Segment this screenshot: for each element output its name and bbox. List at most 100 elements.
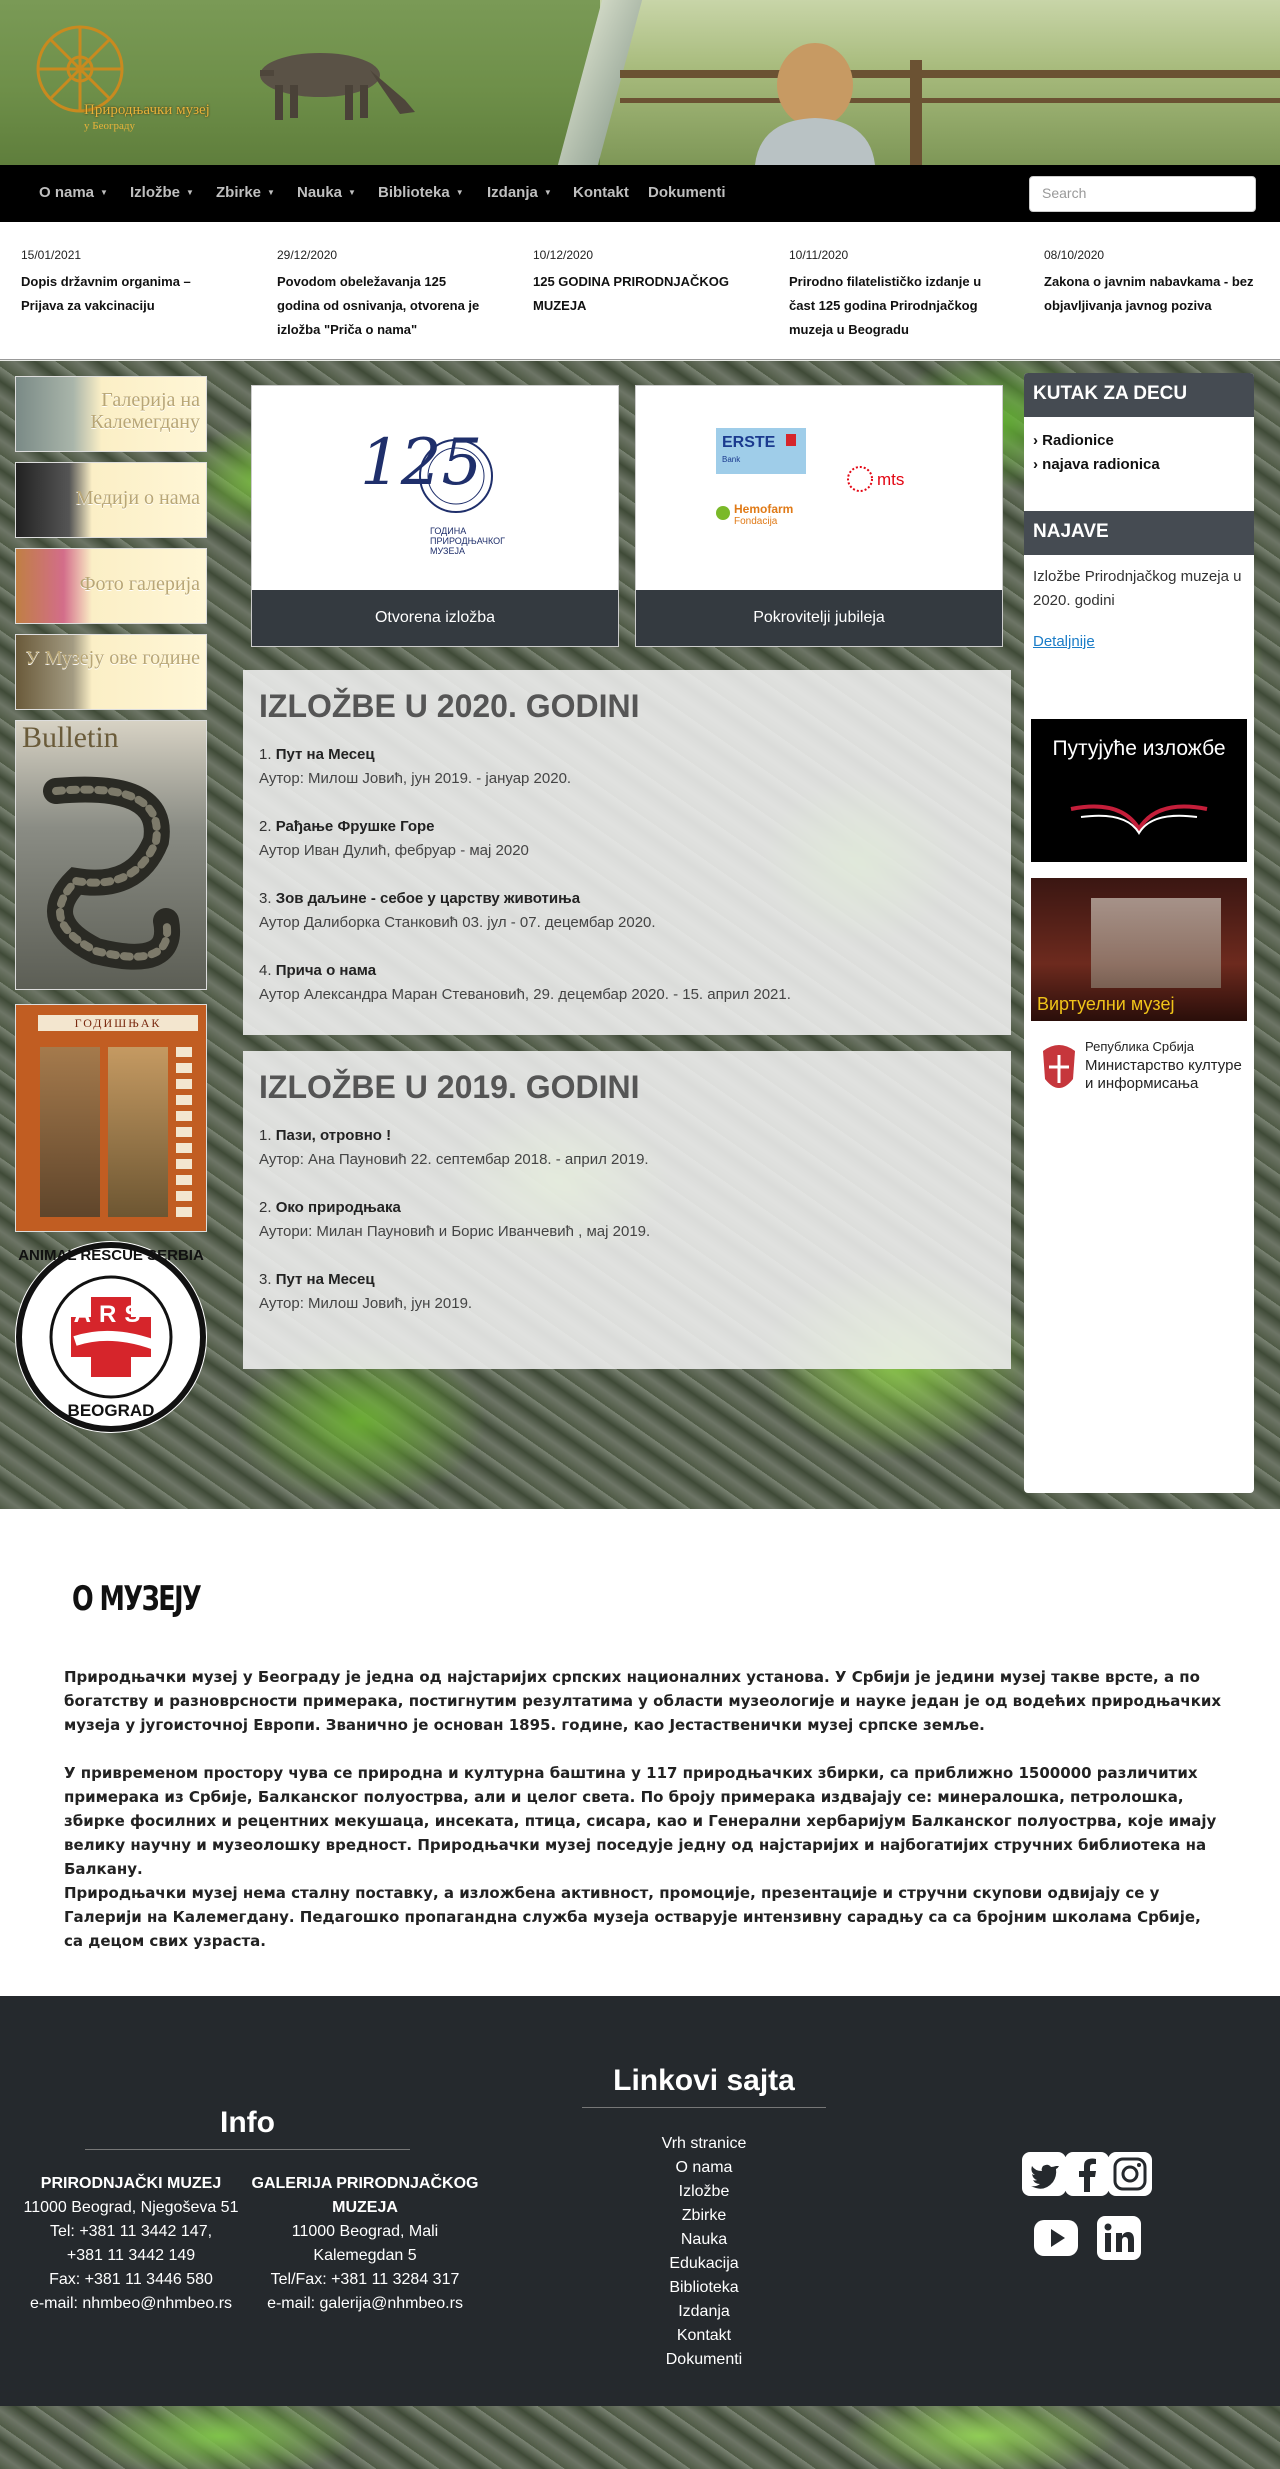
nav-dokumenti[interactable]: Dokumenti bbox=[648, 184, 726, 201]
chevron-right-icon: › bbox=[1033, 456, 1038, 473]
footer-info-rule bbox=[85, 2149, 410, 2150]
search-input[interactable]: Search bbox=[1029, 176, 1256, 212]
najave-header: NAJAVE bbox=[1024, 511, 1254, 555]
banner-galerija[interactable]: Галерија на Калемегдану bbox=[15, 376, 207, 452]
serbia-coat-of-arms-icon bbox=[1043, 1045, 1075, 1088]
news-item[interactable]: 10/12/2020 125 GODINA PRIRODNJAČKOG MUZE… bbox=[533, 248, 743, 318]
putujuce-izlozbe-banner[interactable]: Путујуће изложбе bbox=[1031, 719, 1247, 862]
footer-link-nauka[interactable]: Nauka bbox=[582, 2228, 826, 2252]
card-pokrovitelji[interactable]: ERSTE Bank mts Hemofarm Fondacija Pokrov… bbox=[635, 385, 1003, 647]
museum-showcase-image bbox=[1091, 898, 1221, 988]
bat-photo bbox=[40, 1047, 100, 1217]
news-date: 29/12/2020 bbox=[277, 248, 338, 262]
footer-link-dokumenti[interactable]: Dokumenti bbox=[582, 2348, 826, 2372]
exhibitions-2020-title: IZLOŽBE U 2020. GODINI bbox=[259, 688, 640, 724]
footer-link-biblioteka[interactable]: Biblioteka bbox=[582, 2276, 826, 2300]
caret-down-icon: ▼ bbox=[100, 188, 108, 197]
banner-mediji-label: Медији о нама bbox=[75, 487, 200, 509]
exhibition-item: 2. Око природњака Аутори: Милан Пауновић … bbox=[259, 1199, 651, 1240]
banner-bulletin[interactable]: Bulletin bbox=[15, 720, 207, 990]
ars-bottom-text: BEOGRAD bbox=[67, 1401, 155, 1420]
exhibition-item: 1. Пази, отровно ! Аутор: Ана Пауновић 22… bbox=[259, 1127, 649, 1168]
nav-zbirke[interactable]: Zbirke ▼ bbox=[216, 184, 275, 201]
najave-text: Izložbe Prirodnjačkog muzeja u 2020. god… bbox=[1033, 568, 1242, 609]
ars-mid-text: ARS bbox=[73, 1301, 149, 1328]
news-strip: 15/01/2021 Dopis državnim organima – Pri… bbox=[0, 222, 1280, 360]
youtube-icon[interactable] bbox=[1034, 2216, 1078, 2260]
footer-info-title: Info bbox=[220, 2106, 275, 2139]
virtuelni-muzej-banner[interactable]: Виртуелни музеј bbox=[1031, 878, 1247, 1021]
news-title[interactable]: Dopis državnim organima – Prijava za vak… bbox=[21, 270, 231, 318]
ars-top-text: ANIMAL RESCUE SERBIA bbox=[18, 1247, 204, 1264]
mts-logo: mts bbox=[877, 470, 905, 489]
footer-links-title: Linkovi sajta bbox=[613, 2064, 795, 2097]
content-area: Галерија на Калемегдану Медији о нама Фо… bbox=[0, 361, 1280, 1509]
news-date: 10/11/2020 bbox=[789, 248, 849, 262]
header-photo-right bbox=[600, 0, 1280, 165]
news-item[interactable]: 08/10/2020 Zakona o javnim nabavkama - b… bbox=[1044, 248, 1254, 318]
ministry-line3: и информисања bbox=[1085, 1075, 1199, 1092]
news-title[interactable]: Prirodno filatelističko izdanje u čast 1… bbox=[789, 270, 999, 342]
linkedin-icon[interactable] bbox=[1097, 2216, 1141, 2260]
caret-down-icon: ▼ bbox=[267, 188, 275, 197]
exhibition-item: 4. Прича о нама Аутор Александра Маран Ст… bbox=[259, 962, 791, 1003]
hemofarm-icon bbox=[716, 506, 730, 520]
footer-link-o-nama[interactable]: O nama bbox=[582, 2156, 826, 2180]
footer-link-zbirke[interactable]: Zbirke bbox=[582, 2204, 826, 2228]
card-otvorena-izlozba-footer[interactable]: Otvorena izložba bbox=[252, 590, 618, 646]
ministry-logo[interactable]: Република Србија Министарство културе и … bbox=[1031, 1035, 1247, 1107]
news-item[interactable]: 10/11/2020 Prirodno filatelističko izdan… bbox=[789, 248, 999, 342]
fence-rail bbox=[620, 98, 1280, 103]
ars-logo[interactable]: ANIMAL RESCUE SERBIA ARS BEOGRAD bbox=[15, 1241, 207, 1433]
news-date: 15/01/2021 bbox=[21, 248, 82, 262]
exhibitions-2020-panel: IZLOŽBE U 2020. GODINI 1. Пут на Месец Ау… bbox=[243, 670, 1011, 1035]
boy-image bbox=[755, 43, 875, 165]
chevron-right-icon: › bbox=[1033, 432, 1038, 449]
banner-foto-galerija[interactable]: Фото галерија bbox=[15, 548, 207, 624]
news-item[interactable]: 29/12/2020 Povodom obeležavanja 125 godi… bbox=[277, 248, 487, 342]
footer-address-museum: PRIRODNJAČKI MUZEJ 11000 Beograd, Njegoš… bbox=[23, 2175, 239, 2312]
card-pokrovitelji-footer[interactable]: Pokrovitelji jubileja bbox=[636, 590, 1002, 646]
nav-izlozbe[interactable]: Izložbe ▼ bbox=[130, 184, 194, 201]
news-title[interactable]: 125 GODINA PRIRODNJAČKOG MUZEJA bbox=[533, 270, 743, 318]
link-radionice[interactable]: › Radionice bbox=[1024, 429, 1254, 453]
nav-kontakt[interactable]: Kontakt bbox=[573, 184, 629, 201]
twitter-icon[interactable] bbox=[1022, 2152, 1066, 2196]
erste-sub: Bank bbox=[722, 455, 741, 464]
exhibition-item: 2. Рађање Фрушке Горе Аутор Иван Дулић, ф… bbox=[259, 818, 529, 859]
about-section: О МУЗЕЈУ Природњачки музеј у Београду је… bbox=[0, 1509, 1280, 1996]
footer-link-kontakt[interactable]: Kontakt bbox=[582, 2324, 826, 2348]
news-item[interactable]: 15/01/2021 Dopis državnim organima – Pri… bbox=[21, 248, 231, 318]
wings-icon bbox=[1070, 804, 1208, 835]
about-paragraph-1: Природњачки музеј у Београду је једна од… bbox=[64, 1668, 1222, 1734]
footer-link-vrh[interactable]: Vrh stranice bbox=[582, 2132, 826, 2156]
news-title[interactable]: Zakona o javnim nabavkama - bez objavlji… bbox=[1044, 270, 1254, 318]
nav-nauka[interactable]: Nauka ▼ bbox=[297, 184, 356, 201]
nav-o-nama[interactable]: O nama ▼ bbox=[39, 184, 108, 201]
banner-godisnjak[interactable]: ГОДИШЊАК bbox=[15, 1004, 207, 1232]
logo-125-number: 125 bbox=[360, 426, 483, 500]
najave-detaljnije-link[interactable]: Detaljnije bbox=[1024, 633, 1254, 650]
about-title: О МУЗЕЈУ bbox=[72, 1579, 202, 1619]
footer-link-izdanja[interactable]: Izdanja bbox=[582, 2300, 826, 2324]
card-otvorena-izlozba[interactable]: 125 ГОДИНА ПРИРОДЊАЧКОГ МУЗЕЈА Otvorena … bbox=[251, 385, 619, 647]
nav-izdanja[interactable]: Izdanja ▼ bbox=[487, 184, 552, 201]
mts-icon bbox=[847, 466, 873, 492]
logo-title: Природњачки музеј bbox=[84, 102, 210, 118]
facebook-icon[interactable] bbox=[1065, 2152, 1109, 2196]
footer-link-izlozbe[interactable]: Izložbe bbox=[582, 2180, 826, 2204]
owl-photo bbox=[108, 1047, 168, 1217]
banner-u-muzeju[interactable]: У Музеју ове године bbox=[15, 634, 207, 710]
news-title[interactable]: Povodom obeležavanja 125 godina od osniv… bbox=[277, 270, 487, 342]
nav-biblioteka[interactable]: Biblioteka ▼ bbox=[378, 184, 464, 201]
link-najava-radionica[interactable]: › najava radionica bbox=[1024, 453, 1254, 477]
main-navbar: O nama ▼ Izložbe ▼ Zbirke ▼ Nauka ▼ Bibliote… bbox=[0, 165, 1280, 222]
right-sidebar: KUTAK ZA DECU › Radionice › najava radio… bbox=[1024, 373, 1254, 1493]
instagram-icon[interactable] bbox=[1108, 2152, 1152, 2196]
caret-down-icon: ▼ bbox=[186, 188, 194, 197]
banner-mediji[interactable]: Медији о нама bbox=[15, 462, 207, 538]
footer-link-edukacija[interactable]: Edukacija bbox=[582, 2252, 826, 2276]
bottom-leaf-strip bbox=[0, 2406, 1280, 2469]
ministry-line1: Република Србија bbox=[1085, 1039, 1194, 1054]
kutak-za-decu-header: KUTAK ZA DECU bbox=[1024, 373, 1254, 417]
